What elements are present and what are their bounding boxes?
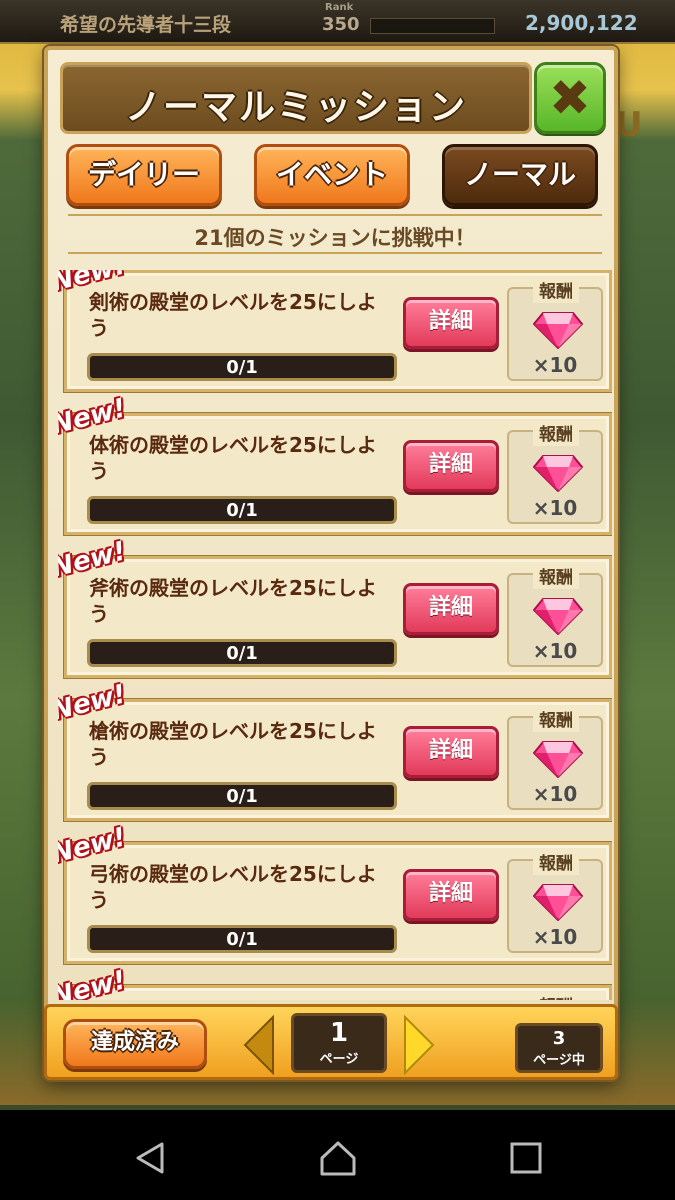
android-nav-bar — [0, 1110, 675, 1200]
mission-card: 剣術の殿堂のレベルを25にしよう 0/1 詳細 報酬 ×10 New! — [58, 270, 612, 392]
gem-icon — [533, 455, 583, 492]
mission-card: 報酬 New! — [58, 965, 612, 1000]
rank-value: 350 — [322, 14, 360, 35]
reward-label: 報酬 — [533, 281, 579, 303]
detail-button[interactable]: 詳細 — [403, 869, 499, 921]
mission-description: 体術の殿堂のレベルを25にしよう — [89, 433, 377, 483]
total-pages-box: 3 ページ中 — [515, 1023, 603, 1073]
mission-card: 弓術の殿堂のレベルを25にしよう 0/1 詳細 報酬 ×10 New! — [58, 822, 612, 964]
mission-description: 斧術の殿堂のレベルを25にしよう — [89, 576, 377, 626]
mission-count-banner: 21個のミッションに挑戦中！ — [68, 214, 602, 254]
gem-icon — [533, 598, 583, 635]
detail-button[interactable]: 詳細 — [403, 583, 499, 635]
gem-count: 2,900,122 — [525, 11, 638, 35]
mission-progress-text: 0/1 — [226, 643, 258, 664]
detail-button[interactable]: 詳細 — [403, 726, 499, 778]
reward-label: 報酬 — [533, 424, 579, 446]
current-page-number: 1 — [329, 1018, 349, 1048]
mission-progress-bar: 0/1 — [87, 782, 397, 810]
reward-count: ×10 — [532, 782, 578, 806]
next-page-arrow-icon[interactable] — [403, 1015, 435, 1075]
pagination-bar: 達成済み 1 ページ 3 ページ中 — [44, 1004, 618, 1080]
completed-missions-button[interactable]: 達成済み — [63, 1019, 207, 1069]
reward-box: 報酬 ×10 — [507, 567, 603, 667]
gem-icon — [533, 312, 583, 349]
detail-button[interactable]: 詳細 — [403, 440, 499, 492]
mission-progress-text: 0/1 — [226, 786, 258, 807]
prev-page-arrow-icon[interactable] — [243, 1015, 275, 1075]
close-icon: ✖ — [549, 69, 591, 127]
reward-label: 報酬 — [533, 710, 579, 732]
total-pages-number: 3 — [552, 1028, 566, 1049]
mission-card: 斧術の殿堂のレベルを25にしよう 0/1 詳細 報酬 ×10 New! — [58, 536, 612, 678]
mission-progress-text: 0/1 — [226, 929, 258, 950]
mission-count-text: 21個のミッションに挑戦中！ — [194, 226, 476, 250]
mission-card: 槍術の殿堂のレベルを25にしよう 0/1 詳細 報酬 ×10 New! — [58, 679, 612, 821]
reward-label: 報酬 — [533, 567, 579, 589]
tab-daily[interactable]: デイリー — [66, 144, 222, 206]
current-page-box: 1 ページ — [291, 1013, 387, 1073]
rank-exp-bar — [370, 18, 495, 34]
mission-progress-text: 0/1 — [226, 500, 258, 521]
tab-event[interactable]: イベント — [254, 144, 410, 206]
mission-progress-bar: 0/1 — [87, 925, 397, 953]
reward-box: 報酬 ×10 — [507, 281, 603, 381]
mission-progress-bar: 0/1 — [87, 496, 397, 524]
player-title: 希望の先導者十三段 — [60, 14, 232, 36]
mission-list[interactable]: 剣術の殿堂のレベルを25にしよう 0/1 詳細 報酬 ×10 New! 体術の殿… — [58, 270, 612, 1000]
page-unit-label: ページ — [319, 1052, 359, 1067]
reward-box: 報酬 ×10 — [507, 710, 603, 810]
reward-label: 報酬 — [533, 853, 579, 875]
recents-icon[interactable] — [506, 1138, 546, 1178]
mission-progress-bar: 0/1 — [87, 353, 397, 381]
tab-normal[interactable]: ノーマル — [442, 144, 598, 206]
mission-progress-bar: 0/1 — [87, 639, 397, 667]
new-badge: New! — [58, 965, 129, 1000]
close-button[interactable]: ✖ — [534, 62, 606, 134]
reward-count: ×10 — [532, 496, 578, 520]
reward-count: ×10 — [532, 925, 578, 949]
modal-header: ノーマルミッション — [60, 62, 532, 134]
reward-box: 報酬 ×10 — [507, 424, 603, 524]
mission-description: 弓術の殿堂のレベルを25にしよう — [89, 862, 377, 912]
reward-count: ×10 — [532, 639, 578, 663]
reward-box: 報酬 ×10 — [507, 853, 603, 953]
mission-description: 槍術の殿堂のレベルを25にしよう — [89, 719, 377, 769]
mission-card: 体術の殿堂のレベルを25にしよう 0/1 詳細 報酬 ×10 New! — [58, 393, 612, 535]
home-icon[interactable] — [318, 1138, 358, 1178]
mission-description: 剣術の殿堂のレベルを25にしよう — [89, 290, 377, 340]
detail-button[interactable]: 詳細 — [403, 297, 499, 349]
reward-count: ×10 — [532, 353, 578, 377]
background-letter: U — [615, 105, 643, 145]
back-icon[interactable] — [130, 1138, 170, 1178]
mission-modal: ノーマルミッション ✖ デイリー イベント ノーマル 21個のミッションに挑戦中… — [44, 46, 618, 1080]
mission-progress-text: 0/1 — [226, 357, 258, 378]
gem-icon — [533, 741, 583, 778]
reward-label: 報酬 — [533, 996, 579, 1000]
rank-label: Rank — [325, 2, 354, 13]
game-top-bar: 希望の先導者十三段 Rank 350 2,900,122 — [0, 0, 675, 44]
gem-icon — [533, 884, 583, 921]
total-pages-unit: ページ中 — [533, 1053, 585, 1068]
modal-title: ノーマルミッション — [124, 87, 467, 128]
